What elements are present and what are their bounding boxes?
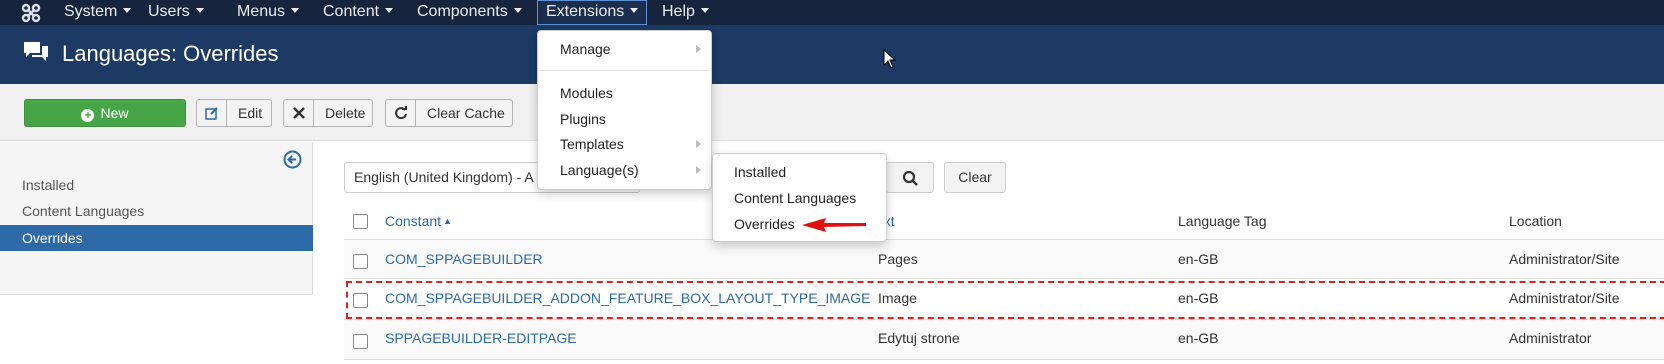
delete-button[interactable]: Delete [283,99,373,127]
new-button-label: New [100,105,129,121]
row-divider [344,278,1664,279]
chevron-right-icon [696,166,701,174]
nav-help[interactable]: Help [654,0,717,25]
caret-down-icon [195,8,204,13]
caret-down-icon [123,8,132,13]
nav-extensions-label: Extensions [546,3,625,20]
sidebar: Installed Content Languages Overrides [0,142,313,295]
caret-down-icon [630,8,639,13]
plus-circle-icon: + [81,109,95,122]
table-row-constant-link[interactable]: COM_SPPAGEBUILDER [385,249,543,269]
menu-item-manage[interactable]: Manage [560,39,611,59]
sidebar-item-overrides[interactable]: Overrides [0,225,313,251]
nav-system-label: System [64,3,118,20]
page-header: Languages: Overrides [0,25,1664,84]
nav-users[interactable]: Users [140,0,212,25]
edit-button[interactable]: Edit [196,99,272,127]
nav-content-label: Content [323,3,380,20]
highlight-annotation [346,281,1664,319]
edit-button-label: Edit [238,105,263,121]
chevron-right-icon [696,140,701,148]
nav-components-label: Components [417,3,508,20]
sidebar-item-label: Installed [22,177,75,193]
nav-menus-label: Menus [237,3,286,20]
chevron-right-icon [696,45,701,53]
language-select-value: English (United Kingdom) - A [354,169,534,185]
toolbar: + New Edit Delete Clear Cache [0,84,1664,141]
column-header-language-tag: Language Tag [1178,213,1267,229]
edit-icon [197,100,227,126]
column-header-constant[interactable]: Constant ▲ [385,211,452,231]
joomla-logo-icon[interactable] [20,2,42,24]
delete-button-label: Delete [325,105,366,121]
extensions-dropdown-menu: Manage Modules Plugins Templates Languag… [537,30,712,190]
table-row-location: Administrator [1509,330,1592,346]
table-row-location: Administrator/Site [1509,251,1620,267]
table-row-constant-link[interactable]: SPPAGEBUILDER-EDITPAGE [385,328,577,348]
red-arrow-annotation [800,215,870,235]
select-all-checkbox[interactable] [353,214,368,229]
nav-users-label: Users [148,3,190,20]
nav-menus[interactable]: Menus [229,0,307,25]
sidebar-item-label: Content Languages [22,203,145,219]
row-checkbox[interactable] [353,254,368,269]
mouse-cursor-icon [883,48,897,69]
search-button[interactable] [886,162,934,193]
top-navbar: System Users Menus Content Components Ex… [0,0,1664,25]
close-icon [284,100,314,126]
sidebar-item-installed[interactable]: Installed [0,172,313,198]
menu-item-plugins[interactable]: Plugins [560,109,606,129]
comments-icon [22,40,50,64]
menu-item-templates[interactable]: Templates [560,134,624,154]
clear-cache-label: Clear Cache [427,105,505,121]
caret-down-icon [385,8,394,13]
row-checkbox[interactable] [353,334,368,349]
caret-down-icon [513,8,522,13]
sort-asc-icon: ▲ [443,216,452,226]
nav-system[interactable]: System [56,0,139,25]
page-title: Languages: Overrides [62,41,279,66]
nav-content[interactable]: Content [315,0,401,25]
sidebar-item-content-languages[interactable]: Content Languages [0,198,313,224]
collapse-arrow-icon[interactable] [283,150,302,169]
nav-help-label: Help [662,3,695,20]
clear-button[interactable]: Clear [944,162,1006,193]
table-row-tag: en-GB [1178,251,1219,267]
search-icon [902,170,918,186]
table-row-text: Edytuj strone [878,330,960,346]
row-divider [344,359,1664,360]
new-button[interactable]: + New [24,99,186,127]
submenu-item-content-languages[interactable]: Content Languages [734,188,856,208]
menu-item-languages[interactable]: Language(s) [560,160,639,180]
submenu-item-overrides[interactable]: Overrides [734,214,795,234]
sidebar-item-label: Overrides [22,230,83,246]
menu-item-modules[interactable]: Modules [560,83,613,103]
column-constant-label: Constant [385,213,442,229]
table-row-text: Pages [878,251,918,267]
refresh-icon [386,100,416,126]
nav-components[interactable]: Components [409,0,530,25]
caret-down-icon [700,8,709,13]
nav-extensions[interactable]: Extensions [537,0,648,25]
clear-cache-button[interactable]: Clear Cache [385,99,513,127]
column-header-location: Location [1509,213,1562,229]
submenu-item-installed[interactable]: Installed [734,162,786,182]
table-row-tag: en-GB [1178,330,1219,346]
menu-divider [538,70,711,71]
caret-down-icon [291,8,300,13]
